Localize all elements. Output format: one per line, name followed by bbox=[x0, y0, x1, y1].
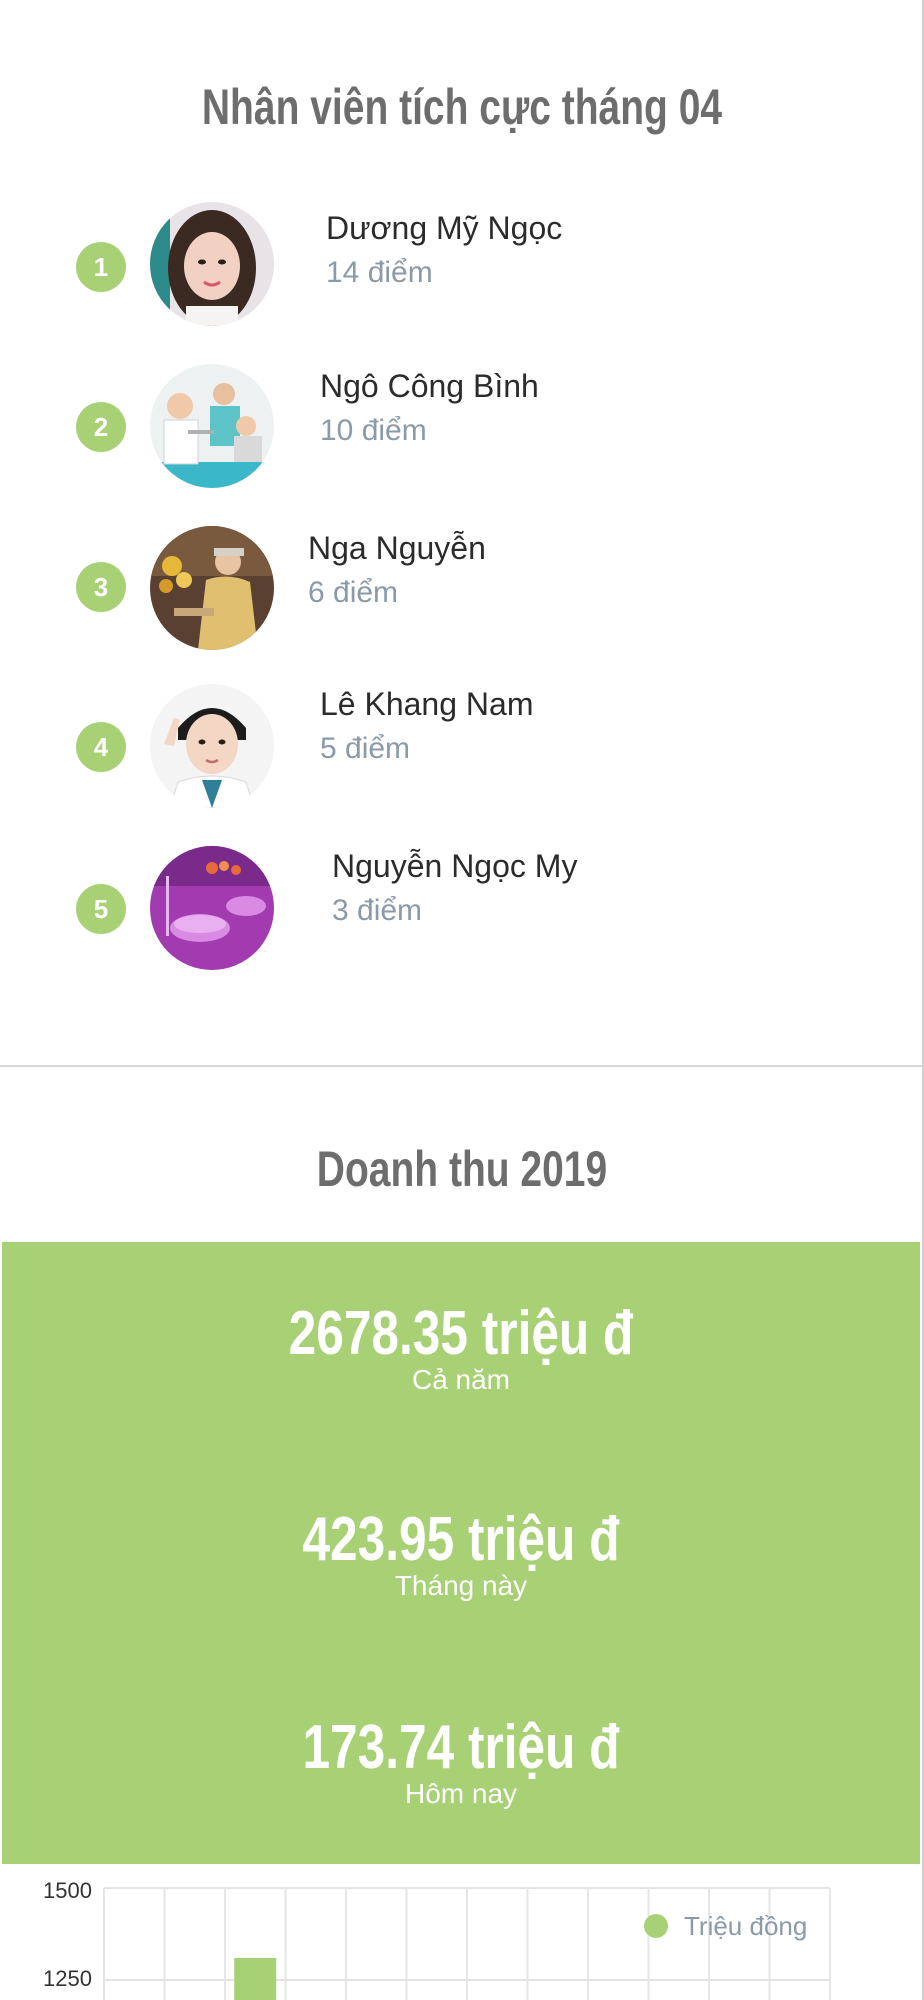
ranking-row-5[interactable]: 5 Nguyễn Ngọc My 3 điểm bbox=[0, 842, 924, 972]
legend-label[interactable]: Triệu đồng bbox=[684, 1911, 807, 1941]
chart-grid bbox=[103, 1887, 831, 2000]
section-divider bbox=[0, 1065, 922, 1067]
employee-name: Nguyễn Ngọc My bbox=[332, 848, 578, 884]
employee-name: Ngô Công Bình bbox=[320, 368, 539, 404]
employee-score: 6 điểm bbox=[308, 576, 399, 609]
employees-section-title: Nhân viên tích cực tháng 04 bbox=[201, 79, 723, 135]
ranking-row-3[interactable]: 3 Nga Nguyễn 6 điểm bbox=[0, 524, 924, 654]
avatar-photo-woman-flowers-icon bbox=[150, 526, 274, 650]
employee-name: Nga Nguyễn bbox=[308, 530, 486, 566]
employee-score: 3 điểm bbox=[332, 894, 423, 927]
revenue-today-value: 173.74 triệu đ bbox=[302, 1713, 620, 1782]
employee-name: Dương Mỹ Ngọc bbox=[326, 210, 563, 246]
avatar-photo-purple-dishes-icon bbox=[150, 846, 274, 970]
employee-score: 10 điểm bbox=[320, 414, 427, 447]
rank-badge: 1 bbox=[76, 242, 126, 292]
employee-score: 14 điểm bbox=[326, 256, 433, 289]
revenue-today-label: Hôm nay bbox=[404, 1778, 518, 1809]
revenue-year-value: 2678.35 triệu đ bbox=[288, 1299, 634, 1368]
ranking-row-1[interactable]: 1 Dương Mỹ Ngọc 14 điểm bbox=[0, 200, 924, 330]
employee-score: 5 điểm bbox=[320, 732, 411, 765]
y-tick-label: 1500 bbox=[43, 1878, 92, 1903]
rank-badge: 5 bbox=[76, 884, 126, 934]
ranking-row-4[interactable]: 4 Lê Khang Nam 5 điểm bbox=[0, 680, 924, 810]
rank-badge: 4 bbox=[76, 722, 126, 772]
revenue-month-value: 423.95 triệu đ bbox=[302, 1505, 620, 1574]
rank-badge: 2 bbox=[76, 402, 126, 452]
employee-name: Lê Khang Nam bbox=[320, 686, 534, 722]
avatar-photo-woman-icon bbox=[150, 202, 274, 326]
revenue-summary-panel: 2678.35 triệu đ Cả năm 423.95 triệu đ Th… bbox=[2, 1242, 920, 1864]
revenue-chart: 1500 1250 Triệu đồng bbox=[0, 1864, 924, 2000]
rank-badge: 3 bbox=[76, 562, 126, 612]
chart-bar[interactable] bbox=[234, 1957, 277, 2000]
legend-swatch bbox=[644, 1914, 668, 1938]
revenue-month-label: Tháng này bbox=[394, 1570, 528, 1601]
revenue-section-title: Doanh thu 2019 bbox=[316, 1141, 608, 1197]
y-tick-label: 1250 bbox=[43, 1966, 92, 1991]
ranking-row-2[interactable]: 2 Ngô Công Bình 10 điểm bbox=[0, 362, 924, 492]
avatar-photo-doctor-icon bbox=[150, 684, 274, 808]
revenue-year-label: Cả năm bbox=[411, 1364, 511, 1395]
avatar-photo-dental-clinic-icon bbox=[150, 364, 274, 488]
